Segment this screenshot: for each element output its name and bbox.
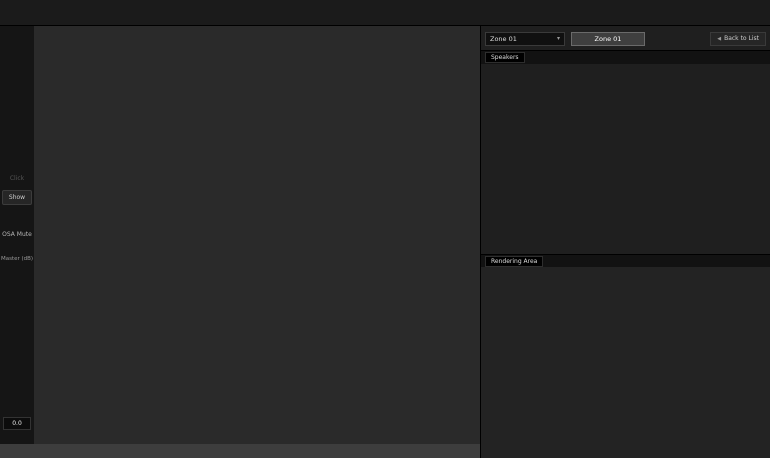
click-button[interactable]: Click — [0, 156, 34, 186]
speakers-section-title: Speakers — [485, 52, 525, 63]
right-panel: Zone 01 ▾ Zone 01 ◀ Back to List Speaker… — [480, 26, 770, 458]
show-button[interactable]: Show — [2, 190, 32, 205]
master-fader[interactable] — [0, 265, 34, 413]
bottom-strip — [0, 444, 480, 458]
fullscreen-icon[interactable] — [750, 7, 762, 19]
rendering-area-panel — [481, 267, 770, 458]
zone-select-dropdown[interactable]: Zone 01 ▾ — [485, 32, 565, 46]
zone-canvas[interactable] — [34, 26, 480, 444]
rendering-area-section-title: Rendering Area — [485, 256, 543, 267]
osa-mute-button[interactable]: OSA Mute — [0, 212, 34, 242]
back-to-list-label: Back to List — [724, 35, 759, 42]
top-bar — [0, 0, 770, 26]
back-to-list-button[interactable]: ◀ Back to List — [710, 32, 766, 46]
chevron-down-icon: ▾ — [557, 35, 560, 42]
chevron-left-icon: ◀ — [717, 36, 721, 42]
zone-header: Zone 01 ▾ Zone 01 ◀ Back to List — [485, 31, 766, 46]
speakers-section-bar: Speakers — [481, 50, 770, 64]
master-value-field[interactable]: 0.0 — [3, 417, 31, 430]
click-label: Click — [10, 176, 24, 183]
master-label: Master (dB) — [0, 256, 34, 262]
left-sidebar: Click Show OSA Mute Master (dB) 0.0 — [0, 26, 35, 444]
zone-select-value: Zone 01 — [490, 35, 517, 43]
osa-mute-label: OSA Mute — [2, 232, 32, 239]
zone-name-field[interactable]: Zone 01 — [571, 32, 645, 46]
rendering-area-section-bar: Rendering Area — [481, 254, 770, 268]
speaker-mute-icon — [10, 216, 24, 230]
metronome-icon — [10, 160, 24, 174]
master-fader-section: Master (dB) 0.0 — [0, 256, 34, 430]
